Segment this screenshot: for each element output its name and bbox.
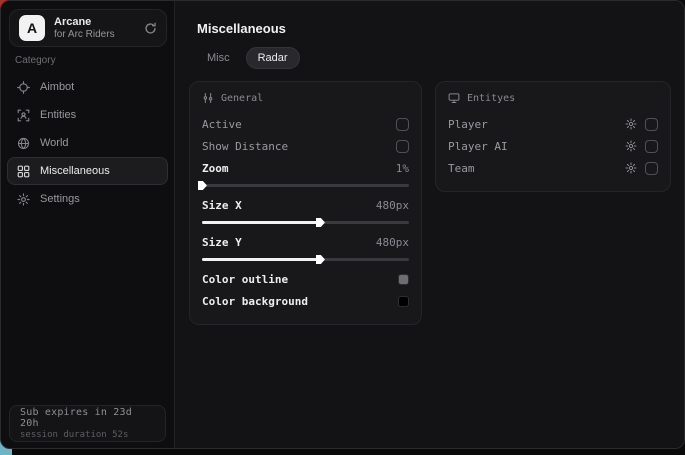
color-outline-swatch[interactable] xyxy=(398,274,409,285)
globe-icon xyxy=(17,137,30,150)
sidebar-item-settings[interactable]: Settings xyxy=(7,185,168,213)
toggle-row-show-distance: Show Distance xyxy=(202,135,409,157)
sidebar-item-label: Aimbot xyxy=(40,81,74,93)
app-logo: A xyxy=(19,15,45,41)
session-duration: session duration 52s xyxy=(20,430,155,440)
tab-radar[interactable]: Radar xyxy=(246,47,300,69)
player-label: Player xyxy=(448,118,488,131)
team-label: Team xyxy=(448,162,475,175)
sidebar-item-label: Settings xyxy=(40,193,80,205)
zoom-value: 1% xyxy=(396,162,409,175)
player-ai-label: Player AI xyxy=(448,140,508,153)
category-label: Category xyxy=(15,55,56,66)
team-settings-gear-icon[interactable] xyxy=(625,162,637,174)
size-y-slider-thumb[interactable] xyxy=(316,255,325,264)
size-y-value: 480px xyxy=(376,236,409,249)
entity-row-player: Player xyxy=(448,113,658,135)
entity-row-team: Team xyxy=(448,157,658,179)
crosshair-icon xyxy=(17,81,30,94)
zoom-label-row: Zoom 1% xyxy=(202,157,409,179)
tab-bar: Misc Radar xyxy=(195,47,300,69)
size-x-slider-thumb[interactable] xyxy=(316,218,325,227)
monitor-icon xyxy=(448,92,460,104)
player-settings-gear-icon[interactable] xyxy=(625,118,637,130)
team-checkbox[interactable] xyxy=(645,162,658,175)
general-panel-title: General xyxy=(221,93,263,104)
size-x-label: Size X xyxy=(202,199,242,212)
app-title: Arcane xyxy=(54,16,115,29)
color-outline-row: Color outline xyxy=(202,268,409,290)
entities-icon xyxy=(17,109,30,122)
color-background-swatch[interactable] xyxy=(398,296,409,307)
entities-panel-title: Entityes xyxy=(467,93,515,104)
sidebar: A Arcane for Arc Riders Category xyxy=(1,1,175,448)
main-content: Miscellaneous Misc Radar General Active xyxy=(175,1,684,448)
logo-card: A Arcane for Arc Riders xyxy=(9,9,167,47)
gear-icon xyxy=(17,193,30,206)
subscription-expiry: Sub expires in 23d 20h xyxy=(20,407,155,429)
color-outline-label: Color outline xyxy=(202,273,288,286)
sidebar-item-label: World xyxy=(40,137,69,149)
player-ai-checkbox[interactable] xyxy=(645,140,658,153)
active-label: Active xyxy=(202,118,242,131)
sidebar-item-entities[interactable]: Entities xyxy=(7,101,168,129)
zoom-label: Zoom xyxy=(202,162,229,175)
size-x-slider[interactable] xyxy=(202,217,409,227)
sidebar-item-aimbot[interactable]: Aimbot xyxy=(7,73,168,101)
sliders-icon xyxy=(202,92,214,104)
show-distance-checkbox[interactable] xyxy=(396,140,409,153)
general-panel: General Active Show Distance Zoom 1% Siz… xyxy=(189,81,422,325)
player-checkbox[interactable] xyxy=(645,118,658,131)
player-ai-settings-gear-icon[interactable] xyxy=(625,140,637,152)
size-y-label-row: Size Y 480px xyxy=(202,231,409,253)
subscription-card: Sub expires in 23d 20h session duration … xyxy=(9,405,166,442)
entities-panel: Entityes Player Player AI xyxy=(435,81,671,192)
show-distance-label: Show Distance xyxy=(202,140,288,153)
sidebar-item-miscellaneous[interactable]: Miscellaneous xyxy=(7,157,168,185)
zoom-slider[interactable] xyxy=(202,180,409,190)
size-y-slider[interactable] xyxy=(202,254,409,264)
toggle-row-active: Active xyxy=(202,113,409,135)
refresh-icon[interactable] xyxy=(144,22,157,35)
app-window: A Arcane for Arc Riders Category xyxy=(0,0,685,449)
entity-row-player-ai: Player AI xyxy=(448,135,658,157)
tab-misc[interactable]: Misc xyxy=(195,47,242,69)
sidebar-item-label: Miscellaneous xyxy=(40,165,110,177)
page-title: Miscellaneous xyxy=(197,21,286,36)
size-y-label: Size Y xyxy=(202,236,242,249)
sidebar-item-world[interactable]: World xyxy=(7,129,168,157)
grid-icon xyxy=(17,165,30,178)
active-checkbox[interactable] xyxy=(396,118,409,131)
sidebar-nav: Aimbot Entities World xyxy=(7,73,168,213)
color-background-label: Color background xyxy=(202,295,308,308)
sidebar-item-label: Entities xyxy=(40,109,76,121)
color-background-row: Color background xyxy=(202,290,409,312)
zoom-slider-thumb[interactable] xyxy=(198,181,207,190)
size-x-value: 480px xyxy=(376,199,409,212)
size-x-label-row: Size X 480px xyxy=(202,194,409,216)
app-subtitle: for Arc Riders xyxy=(54,29,115,41)
